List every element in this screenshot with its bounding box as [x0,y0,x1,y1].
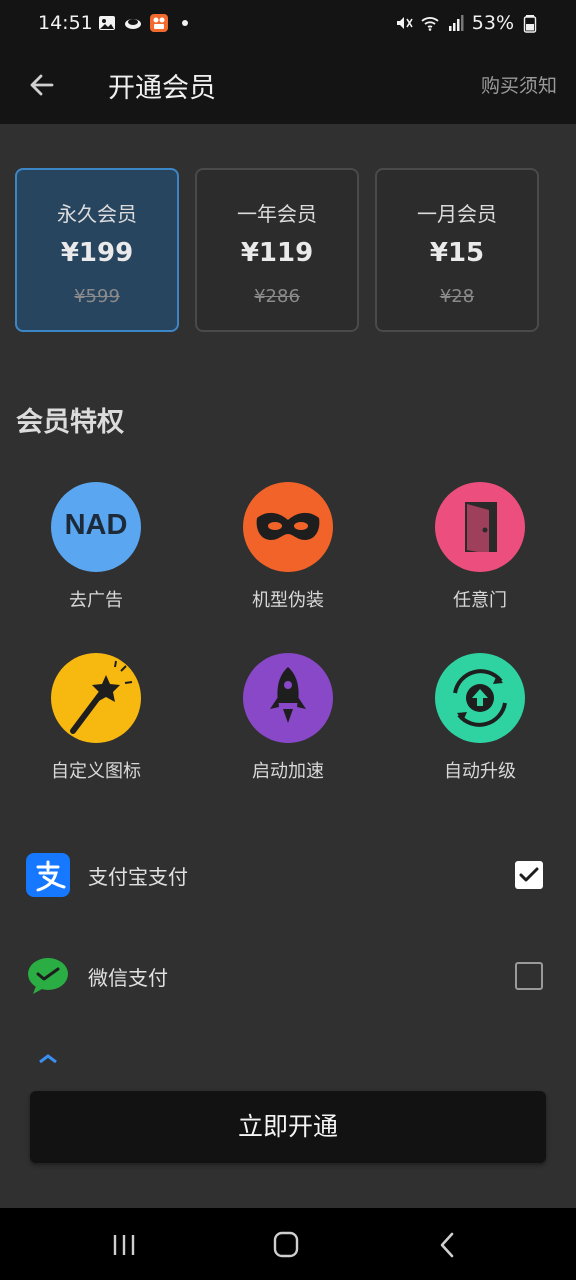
feature-any-door: 任意门 [405,482,555,612]
feature-remove-ads: NAD 去广告 [21,482,171,612]
page-title: 开通会员 [108,73,216,104]
mask-icon-graphic [256,512,320,540]
wifi-icon [421,17,439,31]
plan-name: 一年会员 [237,202,317,226]
app-icon [150,14,168,32]
battery-icon [523,15,537,33]
feature-launch-boost: 启动加速 [213,653,363,783]
payment-label: 支付宝支付 [88,865,188,889]
plan-card-lifetime[interactable]: 永久会员 ¥199 ¥599 [15,168,179,332]
purchase-notice-link[interactable]: 购买须知 [481,71,557,98]
status-bar: 14:51 53% [0,0,576,48]
payment-label: 微信支付 [88,966,168,990]
alipay-icon [26,853,70,897]
plan-original-price: ¥599 [74,286,120,307]
plan-card-monthly[interactable]: 一月会员 ¥15 ¥28 [375,168,539,332]
plan-price: ¥15 [429,238,485,268]
magic-wand-icon-graphic [70,660,133,734]
plan-name: 一月会员 [417,202,497,226]
plan-card-yearly[interactable]: 一年会员 ¥119 ¥286 [195,168,359,332]
door-icon [435,482,525,572]
feature-label: 去广告 [69,590,123,611]
privileges-title: 会员特权 [16,407,124,438]
door-icon-graphic [465,502,497,554]
upgrade-icon-graphic [453,669,507,727]
plan-price: ¥119 [240,238,314,268]
feature-device-disguise: 机型伪装 [213,482,363,612]
plan-name: 永久会员 [57,202,137,226]
plan-price: ¥199 [60,238,134,268]
dot-icon [182,20,188,26]
feature-auto-upgrade: 自动升级 [405,653,555,783]
back-arrow-icon[interactable] [22,64,64,106]
mute-icon [396,17,413,29]
wechat-checkbox[interactable] [515,962,543,990]
feature-label: 自定义图标 [51,761,141,782]
nad-badge-text: NAD [64,509,128,541]
status-notification-icons [97,13,195,33]
rocket-icon [243,653,333,743]
plan-original-price: ¥286 [254,286,300,307]
feature-custom-icon: 自定义图标 [21,653,171,783]
payment-option-alipay[interactable]: 支付宝支付 [0,845,576,905]
home-icon[interactable] [266,1230,306,1260]
upgrade-icon [435,653,525,743]
signal-icon [448,15,464,31]
payment-option-wechat[interactable]: 微信支付 [0,946,576,1006]
feature-label: 任意门 [453,590,507,611]
chevron-up-icon[interactable] [38,1052,58,1064]
wechat-icon [28,958,68,994]
nad-icon: NAD [51,482,141,572]
alipay-checkbox[interactable] [515,861,543,889]
plan-original-price: ¥28 [439,286,475,307]
status-system-icons: 53% [394,12,540,34]
image-icon [99,16,115,30]
app-bar: 开通会员 购买须知 [0,48,576,124]
feature-label: 自动升级 [444,761,516,782]
feature-label: 机型伪装 [252,590,324,611]
magic-wand-icon [51,653,141,743]
system-nav-bar [0,1208,576,1280]
mask-icon [243,482,333,572]
activate-now-button[interactable]: 立即开通 [30,1091,546,1163]
status-time: 14:51 [38,12,93,34]
recents-icon[interactable] [104,1230,144,1260]
rocket-icon-graphic [270,667,306,723]
checkmark-icon [519,867,539,882]
battery-percent: 53% [471,12,514,34]
back-icon[interactable] [428,1230,468,1260]
feature-label: 启动加速 [252,761,324,782]
cloud-icon [125,19,141,29]
plan-options: 永久会员 ¥199 ¥599 一年会员 ¥119 ¥286 一月会员 ¥15 ¥… [15,168,561,332]
